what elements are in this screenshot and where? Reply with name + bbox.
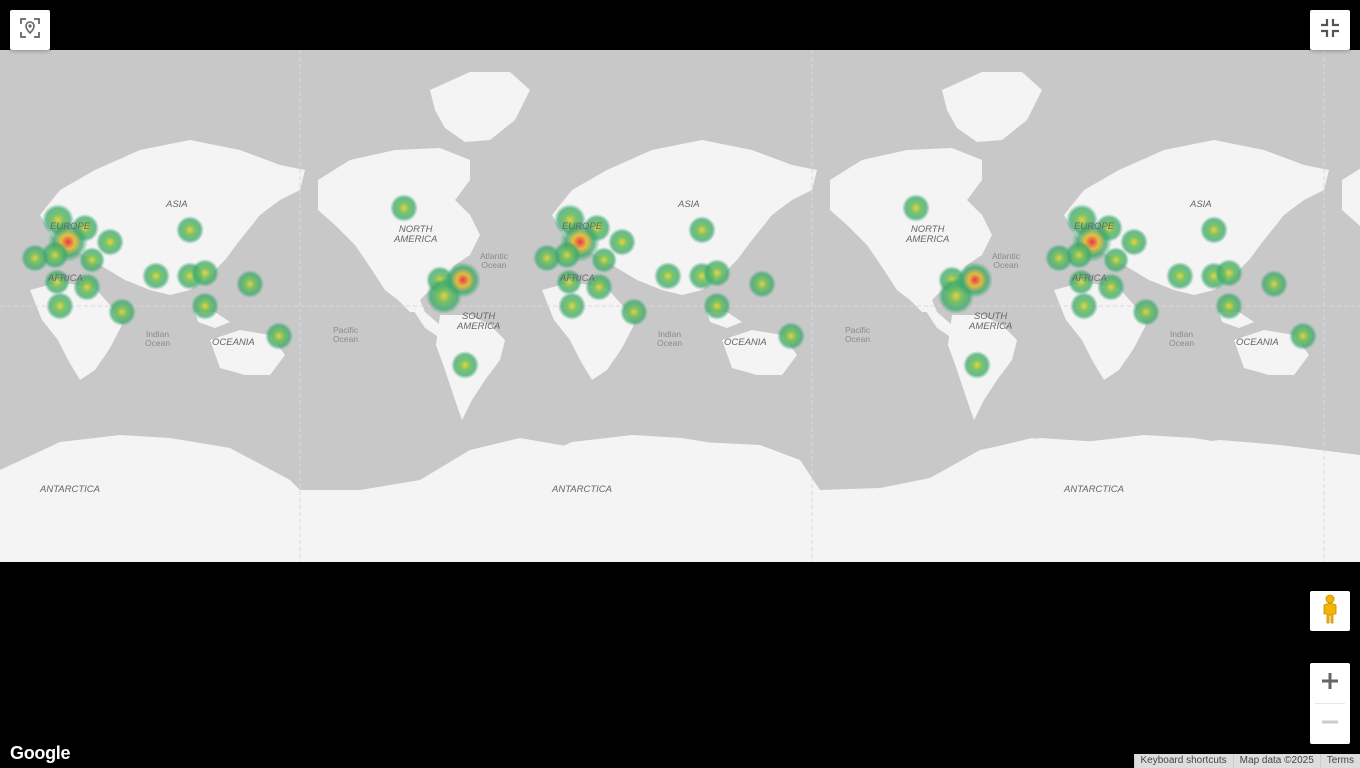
label-oceania: OCEANIA bbox=[1236, 337, 1279, 348]
heatmap-point bbox=[902, 194, 930, 222]
label-antarctica: ANTARCTICA bbox=[1064, 484, 1124, 495]
label-indian-ocean: Indian Ocean bbox=[1169, 329, 1195, 348]
attribution-bar: Keyboard shortcuts Map data ©2025 Terms bbox=[1133, 754, 1360, 768]
google-logo[interactable]: Google bbox=[10, 743, 71, 764]
fullscreen-button[interactable] bbox=[1310, 10, 1350, 50]
zoom-out-button[interactable] bbox=[1310, 704, 1350, 744]
heatmap-point bbox=[748, 270, 776, 298]
label-south-america: SOUTH AMERICA bbox=[969, 311, 1013, 332]
label-atlantic-ocean: Atlantic Ocean bbox=[480, 251, 508, 270]
heatmap-point bbox=[46, 292, 74, 320]
heatmap-point bbox=[963, 351, 991, 379]
heatmap-point bbox=[191, 292, 219, 320]
heatmap-point bbox=[1260, 270, 1288, 298]
heatmap-point bbox=[1200, 216, 1228, 244]
label-antarctica: ANTARCTICA bbox=[552, 484, 612, 495]
label-oceania: OCEANIA bbox=[724, 337, 767, 348]
map-data-text: Map data ©2025 bbox=[1232, 754, 1320, 768]
plus-icon bbox=[1321, 672, 1339, 695]
world-map bbox=[0, 50, 1360, 562]
exit-fullscreen-icon bbox=[1320, 18, 1340, 43]
heatmap-point bbox=[620, 298, 648, 326]
my-location-button[interactable] bbox=[10, 10, 50, 50]
zoom-in-button[interactable] bbox=[1310, 663, 1350, 703]
heatmap-point bbox=[654, 262, 682, 290]
heatmap-point bbox=[533, 244, 561, 272]
map-canvas[interactable]: ASIA EUROPE AFRICA OCEANIA ANTARCTICA NO… bbox=[0, 50, 1360, 562]
heatmap-point bbox=[1215, 259, 1243, 287]
label-asia: ASIA bbox=[166, 199, 188, 210]
label-antarctica: ANTARCTICA bbox=[40, 484, 100, 495]
heatmap-point bbox=[1120, 228, 1148, 256]
heatmap-point bbox=[96, 228, 124, 256]
label-europe: EUROPE bbox=[562, 221, 603, 232]
heatmap-point bbox=[688, 216, 716, 244]
heatmap-point bbox=[703, 259, 731, 287]
label-africa: AFRICA bbox=[560, 273, 595, 284]
heatmap-point bbox=[191, 259, 219, 287]
label-europe: EUROPE bbox=[50, 221, 91, 232]
label-europe: EUROPE bbox=[1074, 221, 1115, 232]
heatmap-point bbox=[1215, 292, 1243, 320]
heatmap-point bbox=[558, 292, 586, 320]
label-north-america: NORTH AMERICA bbox=[906, 224, 950, 245]
label-africa: AFRICA bbox=[48, 273, 83, 284]
label-africa: AFRICA bbox=[1072, 273, 1107, 284]
zoom-control bbox=[1310, 663, 1350, 744]
heatmap-point bbox=[21, 244, 49, 272]
label-atlantic-ocean: Atlantic Ocean bbox=[992, 251, 1020, 270]
heatmap-point bbox=[1166, 262, 1194, 290]
label-north-america: NORTH AMERICA bbox=[394, 224, 438, 245]
heatmap-point bbox=[445, 262, 481, 298]
heatmap-point bbox=[957, 262, 993, 298]
street-view-button[interactable] bbox=[1310, 591, 1350, 631]
street-view-pegman-icon bbox=[1320, 594, 1340, 629]
heatmap-point bbox=[1070, 292, 1098, 320]
heatmap-point bbox=[777, 322, 805, 350]
heatmap-point bbox=[176, 216, 204, 244]
heatmap-point bbox=[142, 262, 170, 290]
terms-link[interactable]: Terms bbox=[1319, 754, 1360, 768]
location-target-icon bbox=[18, 16, 42, 45]
keyboard-shortcuts-link[interactable]: Keyboard shortcuts bbox=[1133, 754, 1233, 768]
label-asia: ASIA bbox=[1190, 199, 1212, 210]
label-pacific-ocean: Pacific Ocean bbox=[845, 325, 871, 344]
label-pacific-ocean: Pacific Ocean bbox=[333, 325, 359, 344]
label-indian-ocean: Indian Ocean bbox=[657, 329, 683, 348]
heatmap-point bbox=[1289, 322, 1317, 350]
label-asia: ASIA bbox=[678, 199, 700, 210]
heatmap-point bbox=[390, 194, 418, 222]
heatmap-point bbox=[451, 351, 479, 379]
heatmap-point bbox=[608, 228, 636, 256]
label-south-america: SOUTH AMERICA bbox=[457, 311, 501, 332]
heatmap-point bbox=[1045, 244, 1073, 272]
minus-icon bbox=[1321, 713, 1339, 736]
heatmap-point bbox=[108, 298, 136, 326]
heatmap-point bbox=[236, 270, 264, 298]
heatmap-point bbox=[703, 292, 731, 320]
heatmap-point bbox=[1132, 298, 1160, 326]
label-oceania: OCEANIA bbox=[212, 337, 255, 348]
heatmap-point bbox=[265, 322, 293, 350]
label-indian-ocean: Indian Ocean bbox=[145, 329, 171, 348]
